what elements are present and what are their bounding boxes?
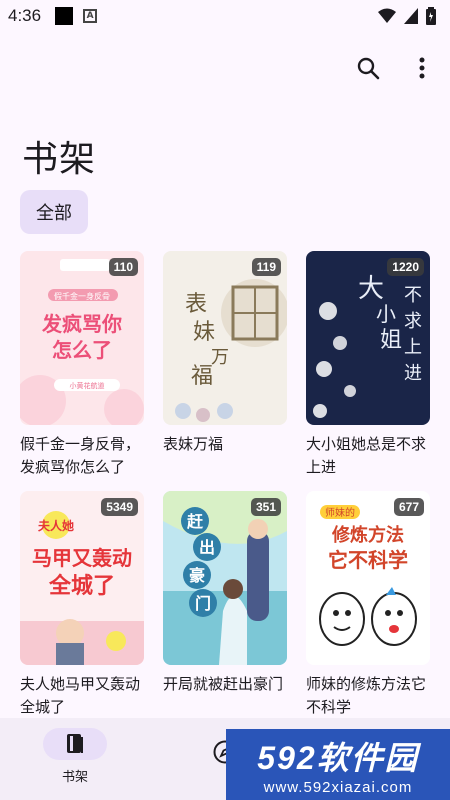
svg-text:小: 小 [376,302,396,326]
book-cover: 表 妹 万 福 119 [163,251,287,425]
svg-text:怎么了: 怎么了 [52,338,112,362]
status-time: 4:36 [8,6,42,25]
svg-text:全城了: 全城了 [48,573,115,599]
svg-text:妹: 妹 [193,320,215,345]
cover-subtitle: 师妹的 [325,506,355,519]
search-icon [357,57,380,80]
svg-text:豪: 豪 [189,566,205,585]
book-title: 大小姐她总是不求上进 [306,435,427,476]
watermark-url: www.592xiazai.com [263,779,413,796]
svg-text:求: 求 [404,311,422,332]
book-cover: 假千金一身反骨 发疯骂你 怎么了 小黄花航道 110 [20,251,144,425]
svg-text:上: 上 [404,337,422,358]
search-button[interactable] [350,50,386,86]
book-card[interactable]: 师妹的 修炼方法 它不科学 677 师妹的修炼方法它不科学 [306,491,430,719]
book-cover: 赶 出 豪 门 351 [163,491,287,665]
chapter-count-badge: 677 [393,498,424,516]
book-cover: 师妹的 修炼方法 它不科学 677 [306,491,430,665]
book-card[interactable]: 表 妹 万 福 119 表妹万福 [163,251,287,456]
battery-icon [426,7,436,25]
svg-text:福: 福 [191,364,213,389]
svg-text:大: 大 [358,274,384,304]
wifi-icon [378,8,396,23]
cover-subtitle: 夫人她 [37,518,74,533]
app-notification-icon: A [83,9,98,23]
nav-item-shelf[interactable]: 书架 [0,718,150,800]
status-bar: 4:36 A [0,0,450,32]
cover-subtitle: 假千金一身反骨 [54,291,110,301]
svg-text:万: 万 [211,347,229,368]
nav-indicator [43,728,107,760]
chapter-count-badge: 1220 [387,258,424,276]
svg-text:修炼方法: 修炼方法 [331,524,404,546]
svg-text:姐: 姐 [380,328,402,353]
watermark-main-text: 592软件园 [257,740,419,776]
svg-text:进: 进 [404,363,422,384]
svg-text:赶: 赶 [186,512,204,531]
chapter-count-badge: 351 [250,498,281,516]
more-options-button[interactable] [404,50,440,86]
book-card[interactable]: 大 小 姐 不 求 上 进 1220 大小姐她总是不求上进 [306,251,430,479]
book-icon [67,734,83,753]
book-cover: 夫人她 马甲又轰动 全城了 5349 [20,491,144,665]
book-card[interactable]: 赶 出 豪 门 351 开局就被赶出豪门 [163,491,287,696]
more-vert-icon [419,57,425,79]
svg-text:表: 表 [185,292,207,317]
book-title: 表妹万福 [163,435,224,453]
chapter-count-badge: 119 [251,258,281,276]
top-app-bar-actions [350,50,440,86]
svg-text:马甲又轰动: 马甲又轰动 [32,546,132,570]
page-title: 书架 [22,139,97,180]
notification-icon [55,7,74,25]
book-card[interactable]: 假千金一身反骨 发疯骂你 怎么了 小黄花航道 110 假千金一身反骨，发疯骂你怎… [20,251,144,479]
chapter-count-badge: 110 [108,258,138,276]
book-title: 假千金一身反骨，发疯骂你怎么了 [20,435,141,476]
cover-author: 小黄花航道 [70,381,105,390]
nav-label-shelf: 书架 [61,770,88,785]
chapter-count-badge: 5349 [101,498,138,516]
book-title: 师妹的修炼方法它不科学 [306,675,427,716]
book-card[interactable]: 夫人她 马甲又轰动 全城了 5349 夫人她马甲又轰动全城了 [20,491,144,719]
book-cover: 大 小 姐 不 求 上 进 1220 [306,251,430,425]
svg-text:不: 不 [404,285,422,306]
book-title: 开局就被赶出豪门 [163,675,284,693]
svg-text:它不科学: 它不科学 [328,548,408,572]
book-title: 夫人她马甲又轰动全城了 [20,675,141,716]
svg-text:门: 门 [195,594,211,613]
watermark-logo: 592软件园 www.592xiazai.com [226,729,450,800]
signal-icon [404,8,418,24]
svg-text:出: 出 [199,538,215,557]
svg-text:发疯骂你: 发疯骂你 [41,312,122,336]
filter-chip-all[interactable]: 全部 [20,190,88,234]
